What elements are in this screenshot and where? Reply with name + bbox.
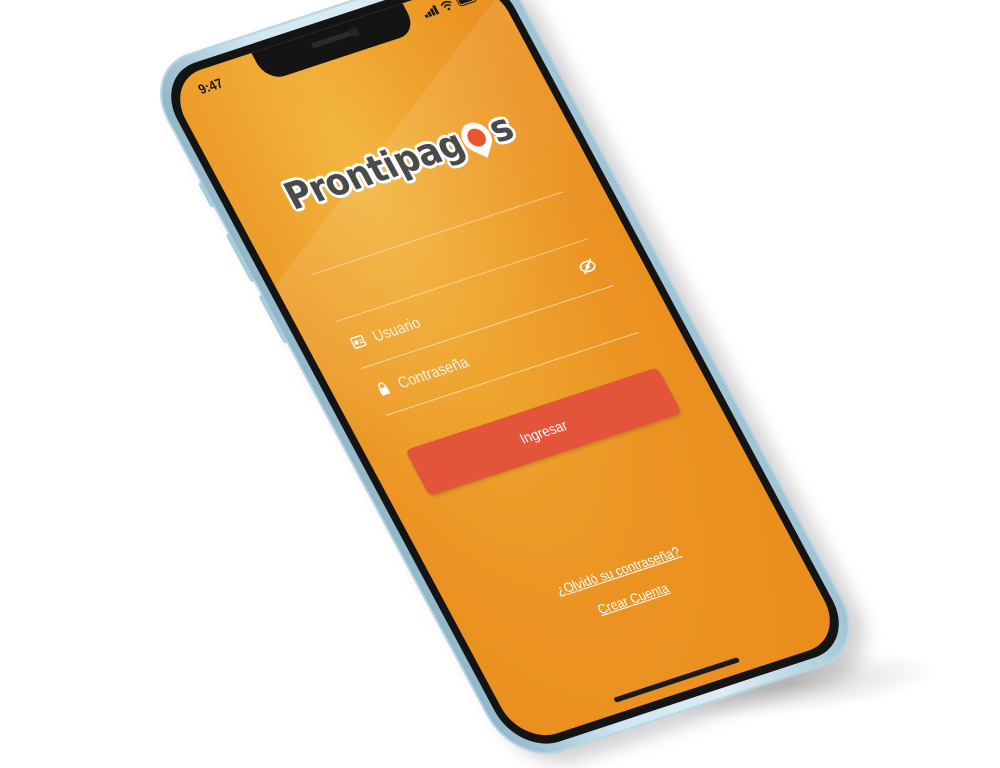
phone-bezel: 9:47 Prontipag s Usuario Ingresar ¿Olvid… [153, 0, 857, 756]
signal-icon [421, 4, 440, 19]
eye-off-icon[interactable] [575, 256, 599, 277]
account-links: ¿Olvidó su contraseña? Crear Cuenta [453, 510, 806, 672]
app-screen: 9:47 Prontipag s Usuario Ingresar ¿Olvid… [165, 0, 845, 746]
status-time: 9:47 [195, 75, 227, 98]
wifi-icon [440, 0, 452, 11]
lock-icon [378, 382, 391, 396]
speaker [310, 29, 356, 49]
status-icons [421, 0, 478, 19]
phone-device: 9:47 Prontipag s Usuario Ingresar ¿Olvid… [139, 0, 871, 768]
battery-icon [454, 0, 478, 7]
id-card-icon [350, 334, 367, 349]
